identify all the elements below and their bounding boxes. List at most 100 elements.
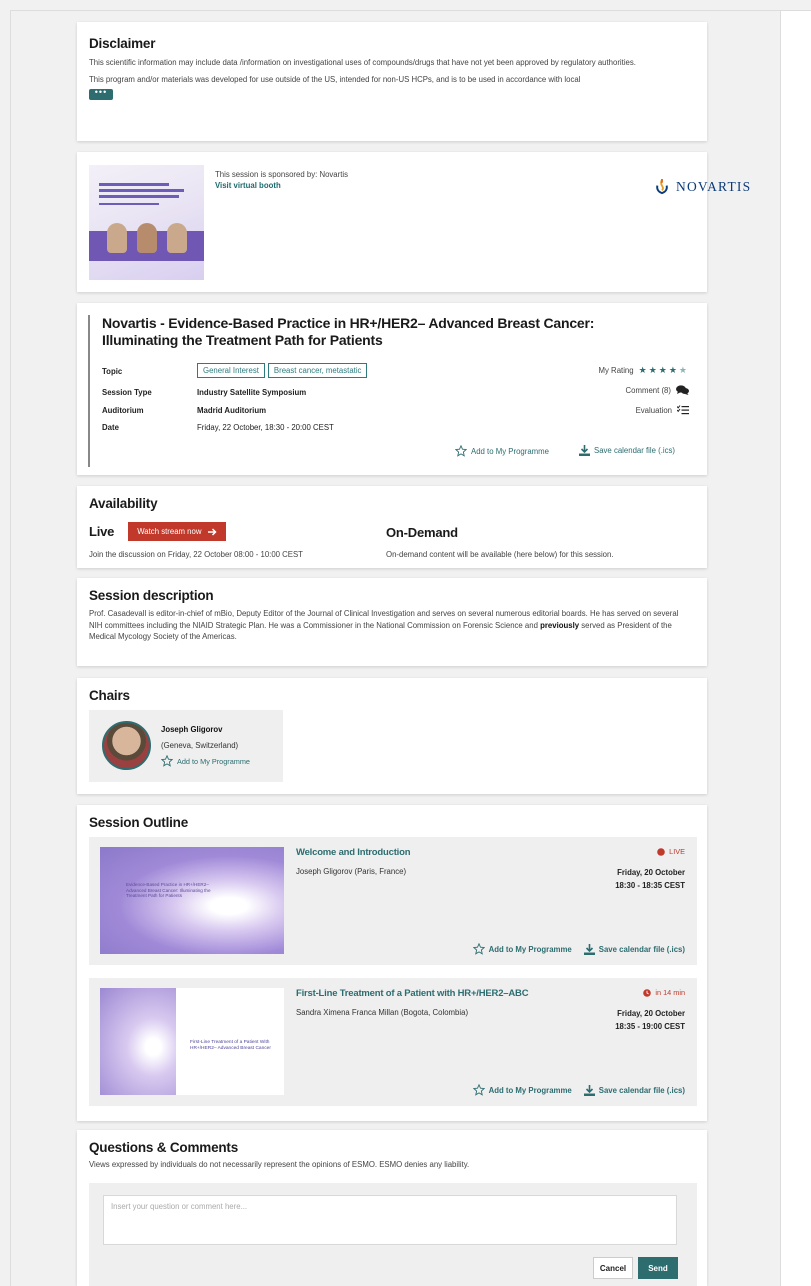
comment-link[interactable]: Comment (8) [626, 385, 689, 395]
live-row: Live Watch stream now [89, 522, 226, 541]
status-text: LIVE [669, 847, 685, 856]
ondemand-label: On-Demand [386, 525, 458, 540]
comments-icon [676, 385, 689, 395]
clock-icon [643, 988, 652, 997]
chair-name[interactable]: Joseph Gligorov [161, 725, 223, 734]
disclaimer-text-2: This program and/or materials was develo… [89, 75, 581, 84]
download-icon [583, 943, 595, 955]
add-to-programme-button[interactable]: Add to My Programme [472, 1084, 572, 1096]
my-rating: My Rating ★★★★★ [599, 365, 690, 376]
send-button[interactable]: Send [638, 1257, 678, 1279]
star-icon[interactable]: ★ [649, 365, 659, 375]
status-badge: in 14 min [643, 988, 685, 997]
thumb-graphic [100, 988, 176, 1095]
thumb-speaker [137, 223, 157, 253]
avatar[interactable] [102, 721, 151, 770]
thumb-line [99, 183, 169, 186]
add-to-programme-label: Add to My Programme [488, 1085, 572, 1095]
add-to-programme-label: Add to My Programme [488, 944, 572, 954]
topic-tag[interactable]: General Interest [197, 363, 265, 378]
outline-item-thumbnail[interactable]: First-Line Treatment of a Patient With H… [100, 988, 284, 1095]
disclaimer-more-button[interactable]: ••• [89, 88, 113, 100]
description-text-bold: previously [540, 620, 580, 630]
watch-stream-label: Watch stream now [137, 527, 202, 536]
chair-add-label: Add to My Programme [177, 756, 250, 766]
topic-label: Topic [102, 367, 123, 376]
add-to-programme-button[interactable]: Add to My Programme [472, 943, 572, 955]
availability-card: Availability Live Watch stream now Join … [77, 486, 707, 568]
questions-title: Questions & Comments [89, 1140, 239, 1155]
disclaimer-title: Disclaimer [89, 36, 156, 51]
download-icon [583, 1084, 595, 1096]
outline-item-title[interactable]: First-Line Treatment of a Patient with H… [296, 988, 529, 999]
sponsor-session-thumbnail[interactable] [89, 165, 204, 280]
outline-item-thumbnail[interactable]: Evidence-Based Practice in HR+/HER2– Adv… [100, 847, 284, 954]
live-schedule-text: Join the discussion on Friday, 22 Octobe… [89, 550, 303, 559]
thumb-line [99, 203, 159, 205]
outline-item-speaker: Joseph Gligorov (Paris, France) [296, 867, 407, 876]
novartis-flame-icon [656, 179, 668, 195]
visit-booth-link[interactable]: Visit virtual booth [215, 180, 348, 191]
outline-item: Evidence-Based Practice in HR+/HER2– Adv… [89, 837, 697, 965]
save-calendar-button[interactable]: Save calendar file (.ics) [579, 445, 675, 456]
add-to-programme-button[interactable]: Add to My Programme [455, 445, 549, 457]
chair-card: Joseph Gligorov (Geneva, Switzerland) Ad… [89, 710, 283, 782]
outline-item-speaker: Sandra Ximena Franca Millan (Bogota, Col… [296, 1008, 469, 1017]
comment-form: Cancel Send [89, 1183, 697, 1286]
save-calendar-label: Save calendar file (.ics) [598, 944, 685, 954]
status-badge: LIVE [657, 847, 685, 856]
chairs-card: Chairs Joseph Gligorov (Geneva, Switzerl… [77, 678, 707, 794]
star-outline-icon [472, 1084, 485, 1096]
star-icon[interactable]: ★ [639, 365, 649, 375]
star-icon[interactable]: ★ [659, 365, 669, 375]
save-calendar-button[interactable]: Save calendar file (.ics) [583, 1084, 685, 1096]
session-details-card: Novartis - Evidence-Based Practice in HR… [77, 303, 707, 475]
thumb-caption: Evidence-Based Practice in HR+/HER2– Adv… [126, 882, 211, 898]
novartis-wordmark: NOVARTIS [676, 179, 752, 194]
star-icon[interactable]: ★ [679, 365, 689, 375]
auditorium-value: Madrid Auditorium [197, 406, 267, 415]
date-value: Friday, 22 October, 18:30 - 20:00 CEST [197, 423, 334, 432]
live-dot-icon [657, 847, 665, 856]
outline-item-title[interactable]: Welcome and Introduction [296, 847, 411, 858]
checklist-icon [677, 405, 689, 415]
save-calendar-label: Save calendar file (.ics) [594, 446, 676, 455]
disclaimer-text-1: This scientific information may include … [89, 58, 636, 67]
outline-item-when: Friday, 20 October 18:35 - 19:00 CEST [615, 1007, 685, 1033]
chair-add-to-programme-button[interactable]: Add to My Programme [161, 755, 250, 767]
star-outline-icon [161, 755, 173, 767]
evaluation-label: Evaluation [635, 405, 672, 415]
cancel-button[interactable]: Cancel [593, 1257, 633, 1279]
save-calendar-button[interactable]: Save calendar file (.ics) [583, 943, 685, 955]
topic-tag[interactable]: Breast cancer, metastatic [267, 363, 368, 378]
download-icon [579, 445, 590, 456]
live-label: Live [89, 524, 115, 539]
save-calendar-label: Save calendar file (.ics) [598, 1085, 685, 1095]
outline-item-actions: Add to My Programme Save calendar file (… [472, 943, 685, 955]
availability-title: Availability [89, 496, 158, 511]
session-accent-bar [88, 315, 90, 467]
arrow-right-icon [207, 527, 217, 536]
star-icon[interactable]: ★ [669, 365, 679, 375]
outline-item: First-Line Treatment of a Patient With H… [89, 978, 697, 1106]
watch-stream-button[interactable]: Watch stream now [128, 522, 226, 541]
right-rail [780, 11, 811, 1286]
star-outline-icon [455, 445, 467, 457]
rating-stars[interactable]: ★★★★★ [639, 365, 689, 376]
session-outline-card: Session Outline Evidence-Based Practice … [77, 805, 707, 1121]
session-type-value: Industry Satellite Symposium [197, 388, 307, 397]
ondemand-text: On-demand content will be available (her… [386, 550, 614, 559]
thumb-line [99, 195, 179, 198]
evaluation-link[interactable]: Evaluation [636, 405, 689, 415]
comment-input[interactable] [103, 1195, 677, 1245]
topic-tags: General Interest Breast cancer, metastati… [197, 363, 370, 378]
thumb-caption: First-Line Treatment of a Patient With H… [190, 1040, 271, 1051]
outline-item-time: 18:30 - 18:35 CEST [615, 881, 685, 890]
questions-disclaimer: Views expressed by individuals do not ne… [89, 1160, 470, 1169]
rating-label: My Rating [598, 366, 634, 375]
sponsor-text: This session is sponsored by: Novartis V… [215, 169, 348, 191]
status-text: in 14 min [655, 988, 685, 997]
star-outline-icon [472, 943, 485, 955]
description-text: Prof. Casadevall is editor-in-chief of m… [89, 608, 679, 643]
chair-location: (Geneva, Switzerland) [161, 741, 239, 750]
